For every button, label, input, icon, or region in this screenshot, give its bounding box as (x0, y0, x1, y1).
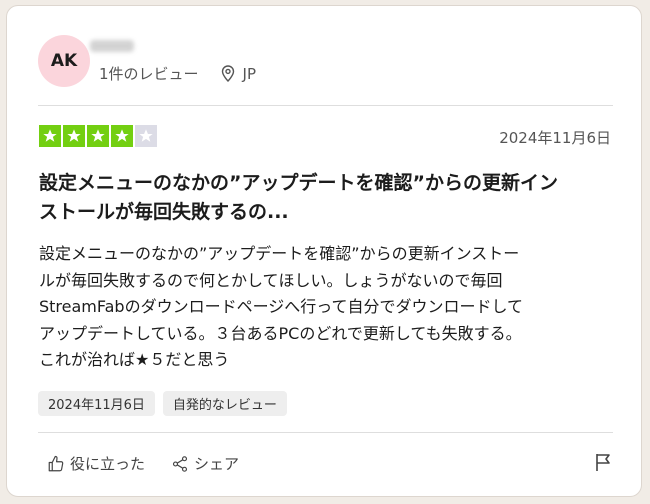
reviewer-name-redacted[interactable] (90, 40, 134, 52)
star-icon (39, 125, 61, 147)
review-body-line: アップデートしている。３台あるPCのどれで更新しても失敗する。 (39, 323, 522, 343)
flag-icon (596, 454, 610, 471)
star-icon (87, 125, 109, 147)
reviewer-location: JP (221, 65, 256, 83)
review-title-line: ストールが毎回失敗するの... (39, 201, 289, 223)
star-icon (111, 125, 133, 147)
review-body-line: 設定メニューのなかの”アップデートを確認”からの更新インストー (39, 244, 520, 263)
share-icon (172, 455, 188, 472)
location-pin-icon (221, 65, 234, 82)
avatar-initials: AK (50, 51, 78, 71)
review-count: 1件のレビュー (99, 65, 199, 83)
star-icon (135, 125, 157, 147)
star-rating (39, 125, 157, 147)
avatar[interactable]: AK (38, 35, 90, 87)
reviewer-meta: 1件のレビュー JP (99, 63, 256, 84)
share-button[interactable]: シェア (171, 453, 239, 474)
review-tags: 2024年11月6日 自発的なレビュー (38, 391, 287, 416)
review-title-line: 設定メニューのなかの”アップデートを確認”からの更新イン (39, 172, 558, 194)
date-tag[interactable]: 2024年11月6日 (38, 391, 155, 416)
review-body-line: これが治れば★５だと思う (39, 350, 230, 369)
divider (38, 105, 613, 106)
useful-label: 役に立った (70, 455, 146, 473)
review-body: 設定メニューのなかの”アップデートを確認”からの更新インストー ルが毎回失敗する… (39, 241, 619, 374)
star-icon (63, 125, 85, 147)
review-body-line: StreamFabのダウンロードページへ行って自分でダウンロードして (39, 297, 523, 316)
thumbs-up-icon (48, 455, 64, 471)
review-body-line: ルが毎回失敗するので何とかしてほしい。しょうがないので毎回 (39, 270, 503, 290)
review-card: AK 1件のレビュー JP 2024年11月6日 設定メニューのなかの”アップデ… (6, 5, 642, 497)
divider (38, 432, 613, 433)
unprompted-review-tag[interactable]: 自発的なレビュー (162, 391, 287, 416)
review-title[interactable]: 設定メニューのなかの”アップデートを確認”からの更新イン ストールが毎回失敗する… (39, 169, 614, 227)
useful-button[interactable]: 役に立った (47, 453, 145, 474)
country-code: JP (242, 64, 257, 83)
report-button[interactable] (594, 452, 612, 476)
review-actions: 役に立った シェア (47, 453, 239, 474)
share-label: シェア (194, 455, 240, 473)
review-date: 2024年11月6日 (499, 129, 611, 147)
